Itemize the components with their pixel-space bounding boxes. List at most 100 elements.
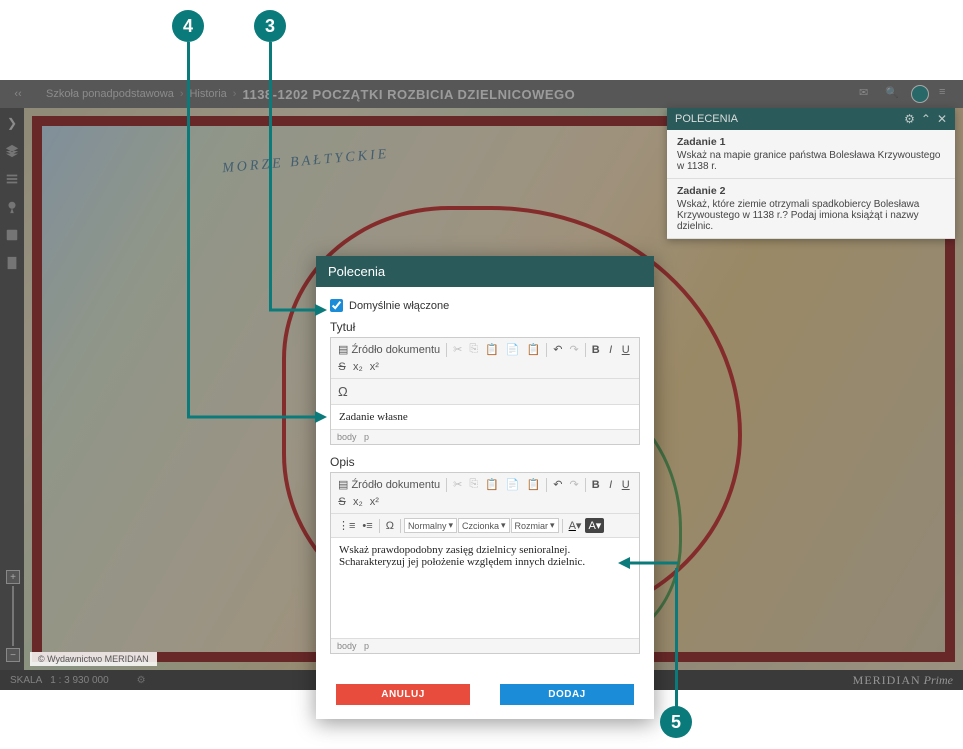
zoom-in-button[interactable]: +	[6, 570, 20, 584]
gear-icon[interactable]: ⚙	[904, 112, 915, 126]
zoom-slider[interactable]	[12, 586, 14, 646]
size-dropdown[interactable]: Rozmiar ▾	[511, 518, 559, 533]
zoom-out-button[interactable]: −	[6, 648, 20, 662]
editor-toolbar: ▤ Źródło dokumentu ✂ ⎘ 📋 📄 📋 ↶ ↷ B I U S…	[331, 473, 639, 514]
brand-meridian: MERIDIAN	[853, 673, 921, 687]
editor-path: body p	[331, 638, 639, 653]
pin-icon[interactable]	[5, 200, 19, 214]
polecenia-modal: Polecenia Domyślnie włączone Tytuł ▤ Źró…	[316, 256, 654, 719]
paste-text-icon[interactable]: 📄	[503, 341, 523, 358]
panel-title: POLECENIA	[675, 113, 738, 125]
doc-icon[interactable]	[5, 256, 19, 270]
bulletlist-icon[interactable]: •≡	[359, 518, 375, 534]
cancel-button[interactable]: ANULUJ	[336, 684, 470, 705]
breadcrumb-level1[interactable]: Szkoła ponadpodstawowa	[46, 88, 174, 100]
topbar: ‹‹ Szkoła ponadpodstawowa › Historia › 1…	[0, 80, 963, 108]
breadcrumb-current: 1138-1202 POCZĄTKI ROZBICIA DZIELNICOWEG…	[242, 87, 575, 102]
paste-word-icon[interactable]: 📋	[524, 476, 544, 493]
layers-icon[interactable]	[5, 144, 19, 158]
chevron-down-icon: ▾	[448, 520, 453, 531]
cut-icon[interactable]: ✂	[450, 341, 465, 358]
mail-icon[interactable]: ✉	[859, 86, 875, 102]
avatar[interactable]	[911, 85, 929, 103]
source-button[interactable]: ▤ Źródło dokumentu	[335, 341, 443, 358]
back-icon[interactable]: ‹‹	[8, 84, 28, 104]
italic-icon[interactable]: I	[604, 342, 618, 358]
callout-5: 5	[660, 706, 692, 738]
paste-icon[interactable]: 📋	[482, 476, 502, 493]
undo-icon[interactable]: ↶	[550, 341, 565, 358]
chevron-down-icon: ▾	[550, 520, 555, 531]
paste-text-icon[interactable]: 📄	[503, 476, 523, 493]
zoom-control: + −	[6, 570, 20, 662]
callout-3: 3	[254, 10, 286, 42]
search-icon[interactable]: 🔍	[885, 86, 901, 102]
modal-header: Polecenia	[316, 256, 654, 287]
title-editor: ▤ Źródło dokumentu ✂ ⎘ 📋 📄 📋 ↶ ↷ B I U S…	[330, 337, 640, 445]
redo-icon[interactable]: ↷	[566, 341, 581, 358]
style-dropdown[interactable]: Normalny ▾	[404, 518, 457, 533]
desc-editor: ▤ Źródło dokumentu ✂ ⎘ 📋 📄 📋 ↶ ↷ B I U S…	[330, 472, 640, 654]
numlist-icon[interactable]: ⋮≡	[335, 517, 358, 534]
chevron-right-icon: ›	[233, 88, 237, 100]
callout-4: 4	[172, 10, 204, 42]
editor-toolbar: ▤ Źródło dokumentu ✂ ⎘ 📋 📄 📋 ↶ ↷ B I U S…	[331, 338, 639, 379]
panel-header: POLECENIA ⚙ ⌃ ✕	[667, 108, 955, 130]
superscript-icon[interactable]: x²	[367, 494, 382, 510]
scale-label: SKALA	[10, 675, 42, 686]
editor-toolbar-row2: ⋮≡ •≡ Ω Normalny ▾ Czcionka ▾ Rozmiar ▾ …	[331, 514, 639, 538]
paste-word-icon[interactable]: 📋	[524, 341, 544, 358]
task-title: Zadanie 2	[677, 185, 945, 197]
omega-icon[interactable]: Ω	[335, 382, 351, 401]
copy-icon[interactable]: ⎘	[466, 476, 481, 493]
subscript-icon[interactable]: x₂	[350, 494, 366, 510]
collapse-icon[interactable]: ⌃	[921, 112, 931, 126]
checkbox-label: Domyślnie włączone	[349, 300, 449, 312]
editor-path: body p	[331, 429, 639, 444]
editor-toolbar-row2: Ω	[331, 379, 639, 405]
title-input[interactable]: Zadanie własne	[331, 405, 639, 429]
textcolor-icon[interactable]: A▾	[566, 517, 585, 534]
list-icon[interactable]	[5, 172, 19, 186]
bold-icon[interactable]: B	[589, 342, 603, 358]
breadcrumb-level2[interactable]: Historia	[189, 88, 226, 100]
strike-icon[interactable]: S	[335, 494, 349, 510]
bgcolor-icon[interactable]: A▾	[585, 518, 604, 533]
book-icon[interactable]	[5, 228, 19, 242]
gear-icon[interactable]: ⚙	[137, 675, 146, 686]
default-enabled-checkbox[interactable]: Domyślnie włączone	[330, 299, 640, 312]
bold-icon[interactable]: B	[589, 477, 603, 493]
cut-icon[interactable]: ✂	[450, 476, 465, 493]
task-body: Wskaż, które ziemie otrzymali spadkobier…	[677, 199, 945, 232]
checkbox-input[interactable]	[330, 299, 343, 312]
redo-icon[interactable]: ↷	[566, 476, 581, 493]
source-button[interactable]: ▤ Źródło dokumentu	[335, 476, 443, 493]
font-dropdown[interactable]: Czcionka ▾	[458, 518, 510, 533]
expand-icon[interactable]: ❯	[7, 116, 17, 130]
undo-icon[interactable]: ↶	[550, 476, 565, 493]
desc-field-label: Opis	[330, 455, 640, 469]
subscript-icon[interactable]: x₂	[350, 359, 366, 375]
copy-icon[interactable]: ⎘	[466, 341, 481, 358]
map-sea-label: MORZE BAŁTYCKIE	[222, 147, 390, 178]
breadcrumb: Szkoła ponadpodstawowa › Historia › 1138…	[46, 87, 575, 102]
title-field-label: Tytuł	[330, 320, 640, 334]
add-button[interactable]: DODAJ	[500, 684, 634, 705]
task-item[interactable]: Zadanie 1 Wskaż na mapie granice państwa…	[667, 130, 955, 179]
desc-input[interactable]: Wskaż prawdopodobny zasięg dzielnicy sen…	[331, 538, 639, 638]
superscript-icon[interactable]: x²	[367, 359, 382, 375]
italic-icon[interactable]: I	[604, 477, 618, 493]
task-body: Wskaż na mapie granice państwa Bolesława…	[677, 150, 945, 172]
underline-icon[interactable]: U	[619, 477, 633, 493]
omega-icon[interactable]: Ω	[383, 518, 397, 534]
strike-icon[interactable]: S	[335, 359, 349, 375]
chevron-down-icon: ▾	[501, 520, 506, 531]
paste-icon[interactable]: 📋	[482, 341, 502, 358]
menu-icon[interactable]: ≡	[939, 86, 955, 102]
task-item[interactable]: Zadanie 2 Wskaż, które ziemie otrzymali …	[667, 179, 955, 239]
scale-value: 1 : 3 930 000	[50, 675, 108, 686]
close-icon[interactable]: ✕	[937, 112, 947, 126]
underline-icon[interactable]: U	[619, 342, 633, 358]
copyright-label: © Wydawnictwo MERIDIAN	[30, 652, 157, 666]
tasks-panel: POLECENIA ⚙ ⌃ ✕ Zadanie 1 Wskaż na mapie…	[667, 108, 955, 239]
